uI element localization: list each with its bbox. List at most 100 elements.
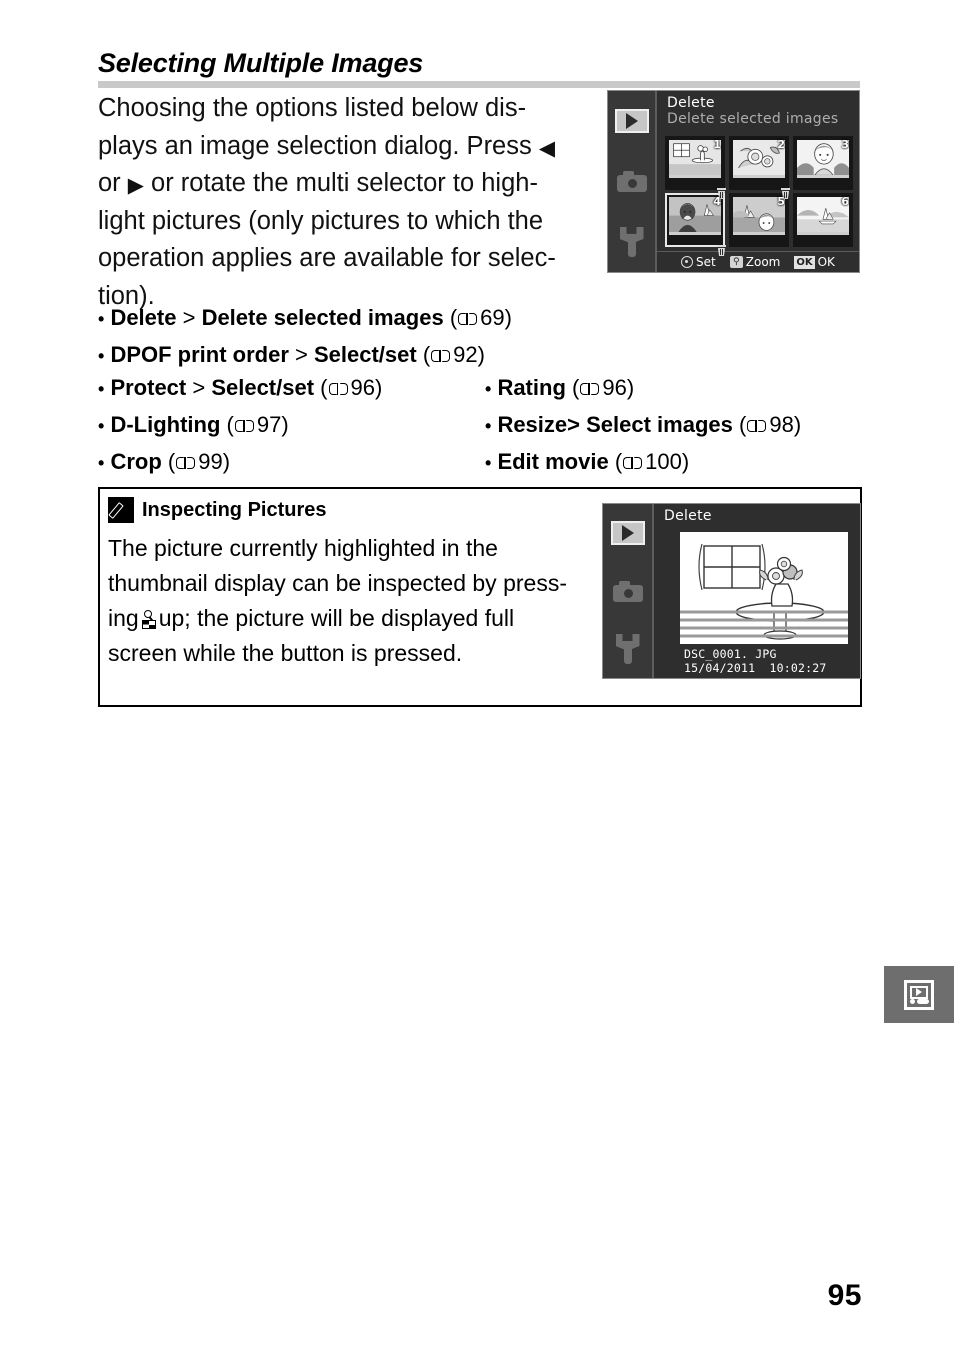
thumbnail-number: 3 (841, 138, 849, 151)
bullet-dot: • (98, 416, 105, 436)
note-line-2: thumbnail display can be inspected by pr… (108, 570, 567, 596)
thumbnail-number: 5 (777, 195, 785, 208)
lcd-title: Delete (664, 508, 712, 524)
status-set[interactable]: Set (681, 255, 716, 269)
lcd-content-top: Delete Delete selected images 1 2 3 4 5 … (657, 91, 859, 272)
bullet-dot: • (485, 379, 492, 399)
bullet-name: Resize (497, 412, 568, 437)
book-icon (458, 313, 478, 326)
intro-line-1: Choosing the options listed below dis- (98, 94, 527, 122)
bullet-name: Delete (110, 305, 177, 330)
page-ref: (97) (226, 412, 289, 437)
manual-page: Selecting Multiple Images Choosing the o… (0, 0, 954, 1345)
bullet-item-rating: • Rating (96) (485, 370, 885, 407)
bullet-item-dlighting: • D-Lighting (97) (98, 407, 488, 444)
page-ref: (69) (449, 305, 512, 330)
bullet-item-editmovie: • Edit movie (100) (485, 444, 885, 481)
intro-line-3: or ▶ or rotate the multi selector to hig… (98, 169, 538, 197)
intro-paragraph: Choosing the options listed below dis- p… (98, 90, 595, 315)
page-ref: (92) (422, 342, 485, 367)
thumbnail-number: 1 (713, 138, 721, 151)
thumbnail-item[interactable]: 2 (729, 136, 790, 199)
right-arrow-icon: ▶ (127, 174, 144, 197)
setup-menu-icon[interactable] (615, 226, 649, 257)
pencil-icon (108, 497, 134, 523)
zoom-button-icon: ⚲ (729, 256, 743, 268)
thumbnail-number: 4 (713, 195, 721, 208)
book-icon (176, 457, 196, 470)
lcd-status-bar: Set ⚲ Zoom OK OK (657, 251, 859, 272)
bullet-separator: > (176, 305, 202, 330)
page-ref-number: 69 (480, 305, 505, 330)
bullet-separator: > (288, 342, 314, 367)
page-ref: (96) (572, 375, 635, 400)
preview-filename: DSC_0001. JPG (684, 647, 777, 661)
note-box-inspecting-pictures: Inspecting Pictures The picture currentl… (98, 487, 862, 707)
bullet-dot: • (98, 379, 105, 399)
intro-line-2: plays an image selection dialog. Press ◀ (98, 131, 555, 160)
thumbnail-item[interactable]: 4 (665, 193, 726, 256)
bullet-dot: • (98, 309, 105, 329)
page-title: Selecting Multiple Images (98, 48, 424, 78)
bullet-subitem: Select/set (313, 342, 417, 367)
status-zoom[interactable]: ⚲ Zoom (729, 255, 781, 269)
lcd-title: Delete (667, 95, 715, 111)
note-line-4: screen while the button is pressed. (108, 640, 463, 666)
book-icon (234, 420, 254, 433)
note-line-1: The picture currently highlighted in the (108, 535, 498, 561)
book-icon (580, 383, 600, 396)
bullet-item-delete: • Delete > Delete selected images (69) (98, 300, 518, 337)
playback-monitor-icon (904, 979, 934, 1010)
bullet-list-right: • Rating (96) • Resize> Select images (9… (485, 370, 885, 481)
camera-lcd-thumbnail-selection: Delete Delete selected images 1 2 3 4 5 … (607, 90, 860, 273)
book-icon (747, 420, 767, 433)
page-ref: (98) (739, 412, 802, 437)
thumbnail-item[interactable]: 5 (729, 193, 789, 247)
note-line-3: ing up; the picture will be displayed ful… (108, 605, 515, 631)
thumbnail-number: 2 (777, 138, 785, 151)
thumbnail-grid: 1 2 3 4 5 6 (665, 136, 855, 256)
thumbnail-zoom-button-icon (141, 610, 157, 630)
book-icon (623, 457, 643, 470)
bullet-subitem: Delete selected images (201, 305, 444, 330)
page-ref: (100) (614, 449, 690, 474)
status-zoom-label: Zoom (745, 255, 781, 269)
setup-menu-icon[interactable] (611, 634, 645, 664)
bullet-item-dpof: • DPOF print order > Select/set (92) (98, 337, 518, 374)
heading-divider (98, 81, 860, 88)
thumbnail-number: 6 (841, 195, 849, 208)
shooting-menu-icon[interactable] (615, 169, 649, 193)
page-ref-number: 92 (453, 342, 478, 367)
multi-selector-icon (681, 256, 694, 268)
bullet-name: D-Lighting (110, 412, 221, 437)
thumbnail-item[interactable]: 1 (665, 136, 726, 199)
intro-line-4: light pictures (only pictures to which t… (98, 206, 544, 235)
lcd-menu-sidebar (608, 91, 657, 272)
lcd-menu-sidebar (603, 504, 654, 678)
shooting-menu-icon[interactable] (611, 579, 645, 603)
bullet-dot: • (98, 453, 105, 473)
page-number: 95 (827, 1279, 862, 1312)
page-ref-number: 96 (602, 375, 627, 400)
preview-timestamp: 15/04/2011 10:02:27 (684, 660, 827, 675)
playback-icon[interactable] (610, 521, 645, 545)
page-ref-number: 98 (769, 412, 794, 437)
playback-icon[interactable] (614, 109, 649, 134)
ok-button-icon: OK (794, 255, 815, 269)
page-ref: (96) (320, 375, 383, 400)
status-ok[interactable]: OK OK (794, 255, 835, 269)
page-ref-number: 99 (198, 449, 223, 474)
thumbnail-item[interactable]: 3 (793, 136, 853, 190)
lcd-content-bottom: Delete DSC_0001. JPG 15/04/2011 10:02:27 (654, 504, 860, 678)
page-ref-number: 100 (645, 449, 682, 474)
camera-lcd-full-preview: Delete DSC_0001. JPG 15/04/2011 10:02:27 (602, 503, 861, 679)
page-ref-number: 96 (350, 375, 375, 400)
thumbnail-item[interactable]: 6 (793, 193, 853, 247)
lcd-subtitle: Delete selected images (667, 111, 839, 127)
bullet-name: Crop (110, 449, 162, 474)
left-arrow-icon: ◀ (538, 136, 555, 160)
bullet-dot: • (485, 453, 492, 473)
chapter-tab (884, 966, 954, 1023)
status-ok-label: OK (817, 255, 835, 269)
bullet-item-resize: • Resize> Select images (98) (485, 407, 885, 444)
